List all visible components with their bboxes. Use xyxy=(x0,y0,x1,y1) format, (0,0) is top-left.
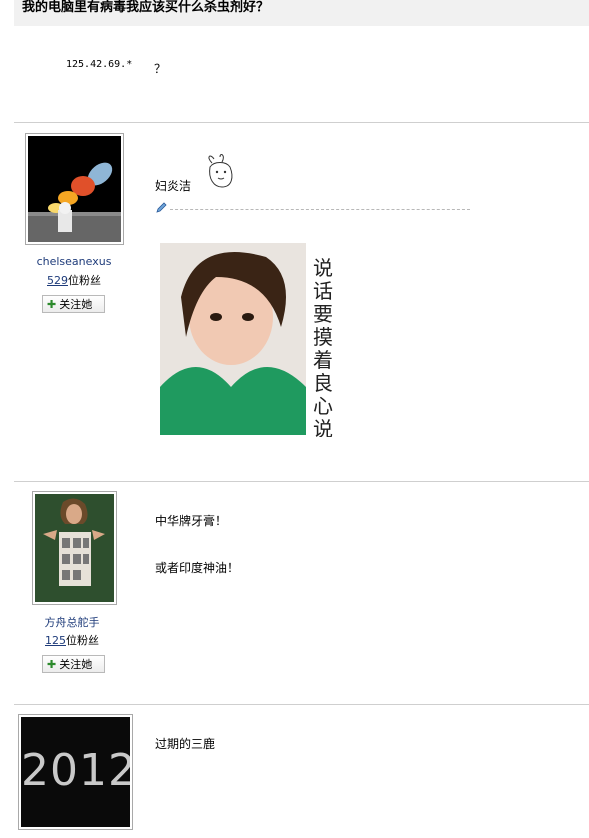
question-body: ？ xyxy=(154,62,167,76)
answer-text: 中华牌牙膏！ xyxy=(155,514,228,528)
answer-text: 或者印度神油！ xyxy=(155,561,240,575)
pencil-icon xyxy=(156,202,167,213)
plus-icon: ✚ xyxy=(47,658,57,671)
dotted-divider xyxy=(170,209,470,210)
fans-number-link[interactable]: 125 xyxy=(45,634,66,647)
answer-text: 妇炎洁 xyxy=(155,179,192,193)
separator xyxy=(14,704,589,705)
separator xyxy=(14,481,589,482)
avatar-image xyxy=(43,498,105,586)
emoticon-rabbit-icon xyxy=(208,154,233,188)
fans-count: 125位粉丝 xyxy=(18,632,126,648)
fans-suffix: 位粉丝 xyxy=(66,634,99,647)
fans-number-link[interactable]: 529 xyxy=(47,274,68,287)
avatar-image xyxy=(28,162,121,242)
question-title-bar: 我的电脑里有病毒我应该买什么杀虫剂好？ xyxy=(14,0,589,26)
username-link[interactable]: 方舟总舵手 xyxy=(18,614,126,630)
asker-ip: 125.42.69.* xyxy=(66,59,133,70)
username-link[interactable]: chelseanexus xyxy=(20,255,128,268)
question-title: 我的电脑里有病毒我应该买什么杀虫剂好？ xyxy=(22,0,270,15)
follow-label: 关注她 xyxy=(59,658,93,671)
fans-count: 529位粉丝 xyxy=(20,272,128,288)
follow-button[interactable]: ✚ 关注她 xyxy=(42,655,105,673)
plus-icon: ✚ xyxy=(47,298,57,311)
fans-suffix: 位粉丝 xyxy=(68,274,101,287)
avatar[interactable] xyxy=(32,491,117,605)
meme-caption: 说话要摸着良心说 xyxy=(313,256,333,438)
poster-title: 2012 xyxy=(21,745,130,796)
follow-label: 关注她 xyxy=(59,298,93,311)
answer-text: 过期的三鹿 xyxy=(155,737,216,751)
meme-image: 说话要摸着良心说 xyxy=(156,237,356,437)
avatar[interactable]: 2012 xyxy=(18,714,133,830)
avatar[interactable] xyxy=(25,133,124,245)
separator xyxy=(14,122,589,123)
follow-button[interactable]: ✚ 关注她 xyxy=(42,295,105,313)
